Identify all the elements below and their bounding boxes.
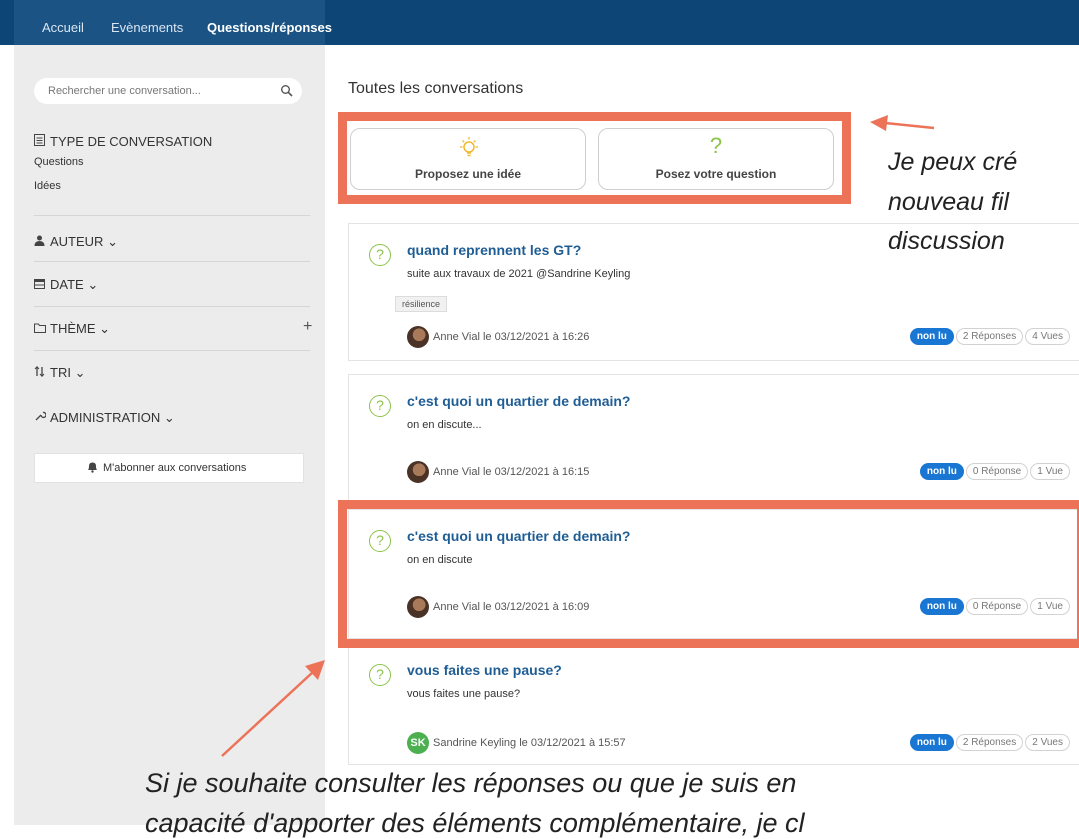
nav-questions-reponses[interactable]: Questions/réponses	[207, 20, 332, 35]
chevron-down-icon: ⌄	[163, 410, 175, 425]
conversation-title[interactable]: vous faites une pause?	[407, 662, 562, 678]
wrench-icon	[34, 410, 47, 425]
views-badge: 1 Vue	[1030, 463, 1070, 481]
facet-theme[interactable]: THÈME ⌄	[34, 321, 110, 337]
facet-sort[interactable]: TRI ⌄	[34, 365, 85, 381]
divider	[34, 350, 310, 351]
conversation-excerpt: on en discute...	[407, 419, 482, 431]
conversation-meta: Sandrine Keyling le 03/12/2021 à 15:57	[433, 737, 626, 749]
question-icon: ?	[369, 244, 391, 266]
facet-administration-label: ADMINISTRATION	[50, 410, 161, 425]
facet-author-label: AUTEUR	[50, 234, 104, 249]
conversation-badges: non lu 0 Réponse 1 Vue	[918, 463, 1070, 481]
search-input[interactable]	[48, 85, 268, 97]
conversation-card[interactable]: ? c'est quoi un quartier de demain? on e…	[348, 374, 1079, 504]
conversation-excerpt: vous faites une pause?	[407, 688, 521, 700]
bell-icon	[87, 461, 98, 476]
avatar: SK	[407, 732, 429, 754]
facet-administration[interactable]: ADMINISTRATION ⌄	[34, 410, 175, 426]
replies-badge: 2 Réponses	[955, 734, 1024, 752]
facet-author[interactable]: AUTEUR ⌄	[34, 234, 118, 250]
replies-badge: 0 Réponse	[965, 463, 1029, 481]
divider	[34, 215, 310, 216]
annotation-bottom-line-1: Si je souhaite consulter les réponses ou…	[145, 768, 797, 798]
avatar	[407, 326, 429, 348]
views-badge: 2 Vues	[1025, 734, 1070, 752]
conversation-meta: Anne Vial le 03/12/2021 à 16:15	[433, 466, 590, 478]
search-icon[interactable]	[280, 84, 294, 98]
add-theme-button[interactable]: +	[303, 318, 312, 336]
conversation-badges: non lu 2 Réponses 2 Vues	[908, 734, 1070, 752]
conversation-meta: Anne Vial le 03/12/2021 à 16:26	[433, 331, 590, 343]
user-icon	[34, 235, 46, 249]
facet-sort-label: TRI	[50, 365, 71, 380]
document-icon	[34, 134, 46, 149]
theme-tag[interactable]: résilience	[395, 296, 448, 312]
unread-badge: non lu	[909, 328, 954, 346]
filter-sidebar: TYPE DE CONVERSATION Questions Idées AUT…	[14, 45, 325, 825]
question-icon: ?	[369, 664, 391, 686]
sort-icon	[34, 366, 46, 380]
question-icon: ?	[369, 395, 391, 417]
divider	[34, 261, 310, 262]
divider	[34, 306, 310, 307]
unread-badge: non lu	[919, 463, 964, 481]
page-title: Toutes les conversations	[348, 80, 524, 97]
annotation-right-line-2: nouveau fil	[888, 188, 1009, 216]
facet-theme-label: THÈME	[50, 321, 96, 336]
conversation-badges: non lu 2 Réponses 4 Vues	[908, 328, 1070, 346]
annotation-right-line-1: Je peux cré	[888, 148, 1018, 176]
unread-badge: non lu	[909, 734, 954, 752]
nav-evenements[interactable]: Evènements	[111, 20, 183, 35]
annotation-bottom-line-2: capacité d'apporter des éléments complém…	[145, 808, 805, 838]
facet-date[interactable]: DATE ⌄	[34, 277, 98, 293]
chevron-down-icon: ⌄	[107, 234, 118, 249]
replies-badge: 2 Réponses	[955, 328, 1024, 346]
chevron-down-icon: ⌄	[99, 321, 111, 336]
views-badge: 4 Vues	[1025, 328, 1070, 346]
nav-accueil[interactable]: Accueil	[42, 20, 84, 35]
arrow-head	[870, 115, 888, 131]
facet-type[interactable]: TYPE DE CONVERSATION	[34, 134, 212, 149]
conversation-title[interactable]: c'est quoi un quartier de demain?	[407, 393, 630, 409]
filter-questions[interactable]: Questions	[34, 156, 84, 168]
subscribe-button[interactable]: M'abonner aux conversations	[34, 453, 304, 483]
filter-idees[interactable]: Idées	[34, 180, 61, 192]
arrow-line	[884, 121, 935, 130]
facet-date-label: DATE	[50, 277, 84, 292]
highlight-box-actions	[338, 112, 851, 204]
subscribe-label: M'abonner aux conversations	[103, 462, 247, 474]
conversation-title[interactable]: quand reprennent les GT?	[407, 242, 581, 258]
folder-icon	[34, 322, 46, 336]
facet-type-label: TYPE DE CONVERSATION	[50, 134, 213, 149]
chevron-down-icon: ⌄	[87, 277, 99, 292]
highlight-box-conversation	[338, 500, 1079, 648]
chevron-down-icon: ⌄	[74, 365, 86, 380]
conversation-excerpt: suite aux travaux de 2021 @Sandrine Keyl…	[407, 268, 631, 280]
search-box	[34, 78, 302, 104]
calendar-icon	[34, 278, 46, 292]
conversation-card[interactable]: ? vous faites une pause? vous faites une…	[348, 643, 1079, 765]
avatar	[407, 461, 429, 483]
main-nav: Accueil Evènements Questions/réponses	[14, 0, 332, 45]
annotation-right-line-3: discussion	[888, 227, 1005, 255]
